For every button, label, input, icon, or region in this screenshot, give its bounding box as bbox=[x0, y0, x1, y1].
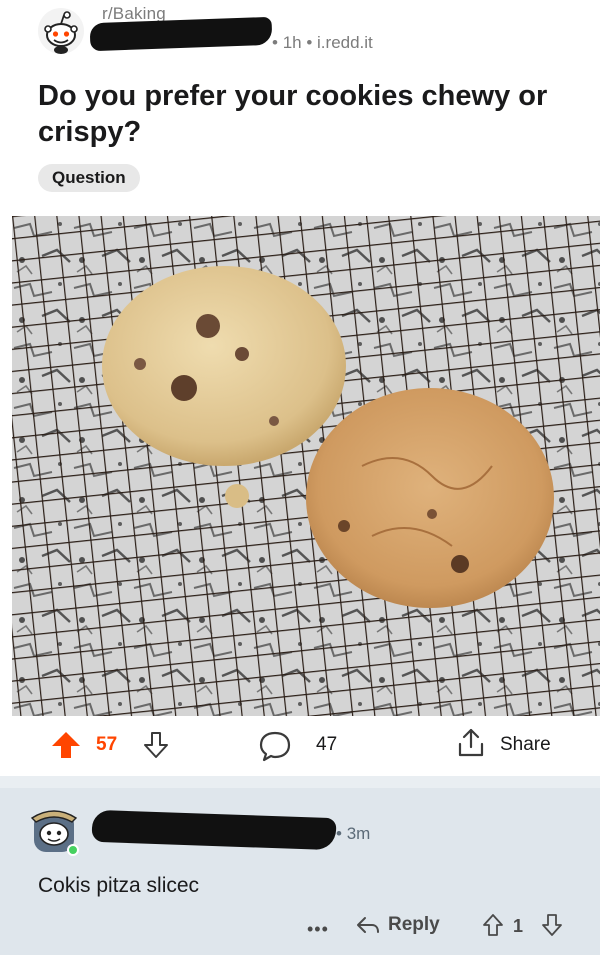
comment-bubble-icon[interactable] bbox=[258, 730, 292, 762]
more-options-button[interactable]: ••• bbox=[307, 919, 329, 940]
comment-score: 1 bbox=[513, 916, 524, 936]
avatar[interactable] bbox=[28, 802, 80, 858]
redacted-username bbox=[91, 809, 337, 851]
section-divider bbox=[0, 776, 600, 788]
comment-arrow-down-icon[interactable] bbox=[541, 913, 563, 937]
comment-count: 47 bbox=[316, 734, 338, 755]
cookie-photo bbox=[12, 216, 600, 716]
share-button[interactable]: Share bbox=[500, 734, 551, 756]
reply-label: Reply bbox=[388, 914, 440, 935]
post-flair[interactable]: Question bbox=[38, 164, 140, 192]
post-title[interactable]: Do you prefer your cookies chewy or cris… bbox=[38, 78, 578, 150]
share-icon[interactable] bbox=[456, 727, 486, 759]
comment-body: Cokis pitza slicec bbox=[38, 874, 200, 897]
comment-arrow-up-icon[interactable] bbox=[482, 913, 504, 937]
post-time: 1h bbox=[282, 33, 302, 52]
post-meta: • 1h • i.redd.it bbox=[272, 33, 373, 53]
comment-time: • 3m bbox=[336, 824, 371, 843]
arrow-down-icon[interactable] bbox=[143, 731, 169, 759]
post-header: r/Baking • 1h • i.redd.it bbox=[0, 0, 600, 70]
meta-separator: • bbox=[306, 33, 313, 52]
redacted-username bbox=[89, 16, 273, 52]
arrow-up-icon[interactable] bbox=[50, 730, 82, 760]
comment-card: • 3m Cokis pitza slicec ••• Reply 1 bbox=[0, 788, 600, 955]
reply-arrow-icon bbox=[357, 917, 379, 933]
comment-time-value: 3m bbox=[346, 824, 371, 843]
meta-separator: • bbox=[272, 33, 278, 52]
post-domain[interactable]: i.redd.it bbox=[317, 33, 373, 52]
post-action-bar: 57 47 Share bbox=[0, 718, 600, 774]
vote-count: 57 bbox=[96, 734, 118, 755]
post-image[interactable] bbox=[12, 216, 600, 716]
subreddit-avatar[interactable] bbox=[38, 8, 84, 54]
snoo-icon bbox=[44, 11, 78, 54]
